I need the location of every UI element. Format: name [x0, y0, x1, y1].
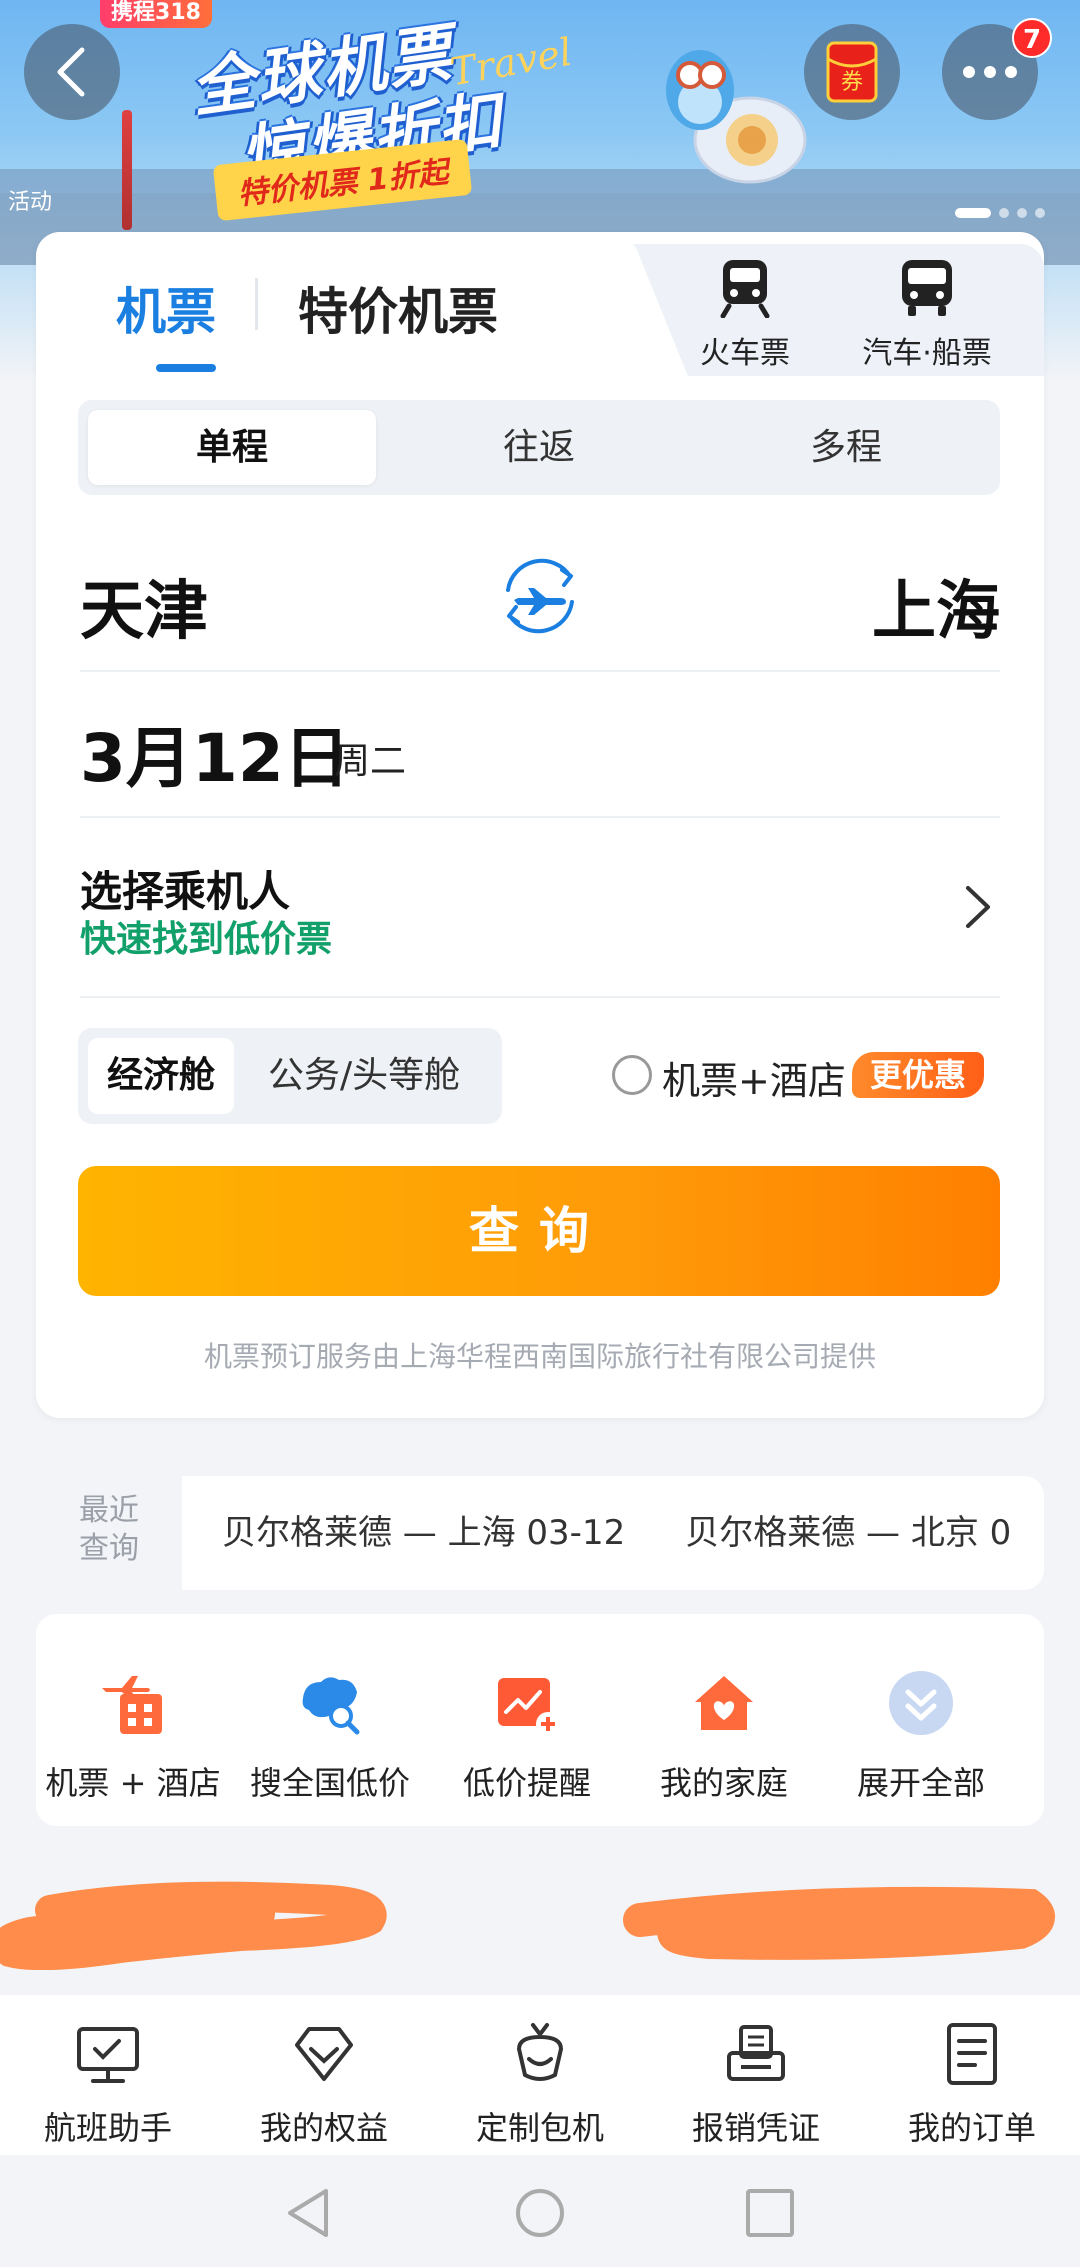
carousel-dot-active [955, 208, 991, 218]
flight-hotel-icon [102, 1676, 162, 1734]
china-map-search-icon [302, 1677, 360, 1735]
recent-searches-list: 贝尔格莱德 — 上海 03-12 贝尔格莱德 — 北京 0 [222, 1476, 1011, 1590]
carousel-dots [955, 208, 1045, 218]
nav-charter-label: 定制包机 [475, 2109, 604, 2147]
trip-type-one-way[interactable]: 单程 [88, 410, 376, 485]
quick-expand-all[interactable]: 展开全部 [821, 1668, 1021, 1804]
departure-date[interactable]: 3月12日 [80, 705, 350, 801]
bus-icon [902, 260, 952, 316]
quick-price-alert-label: 低价提醒 [462, 1764, 591, 1802]
cabin-class-selector: 经济舱 公务/头等舱 [78, 1028, 502, 1124]
flight-hotel-label[interactable]: 机票+酒店 [662, 1050, 846, 1105]
provider-note: 机票预订服务由上海华程西南国际旅行社有限公司提供 [203, 1340, 876, 1373]
departure-city[interactable]: 天津 [80, 560, 208, 652]
swap-cities-icon[interactable] [494, 550, 586, 642]
nav-my-orders[interactable]: 我的订单 [864, 2019, 1080, 2149]
benefits-diamond-icon [295, 2027, 353, 2081]
red-envelope-coupon-icon: 券 [826, 41, 878, 103]
activity-label: 活动 [8, 190, 53, 215]
arrival-city[interactable]: 上海 [872, 560, 1000, 652]
orders-document-icon [947, 2023, 997, 2085]
flight-assistant-icon [77, 2027, 139, 2083]
redaction-scribble [0, 1881, 387, 1970]
price-alert-icon [498, 1678, 560, 1736]
expand-all-icon [889, 1671, 953, 1735]
back-button[interactable] [24, 24, 120, 120]
cabin-business-first[interactable]: 公务/头等舱 [268, 1038, 460, 1114]
nav-reimbursement[interactable]: 报销凭证 [648, 2019, 864, 2149]
departure-weekday: 周二 [334, 741, 407, 782]
search-button[interactable]: 查询 [78, 1166, 1000, 1296]
system-back-icon[interactable] [282, 2185, 338, 2241]
tab-special-flights[interactable]: 特价机票 [298, 272, 498, 344]
carousel-dot [999, 208, 1009, 218]
chevron-right-icon[interactable] [960, 882, 996, 932]
tab-train[interactable]: 火车票 [670, 258, 820, 372]
dolphin-pilot-mascot [666, 50, 807, 184]
quick-expand-all-label: 展开全部 [856, 1764, 985, 1802]
quick-price-alert[interactable]: 低价提醒 [427, 1668, 627, 1804]
system-home-icon[interactable] [512, 2185, 568, 2241]
recent-searches: 最近 查询 贝尔格莱德 — 上海 03-12 贝尔格莱德 — 北京 0 [36, 1476, 1044, 1590]
quick-national-low-price-label: 搜全国低价 [249, 1764, 410, 1802]
chevron-left-icon [57, 47, 85, 97]
system-recents-icon[interactable] [742, 2185, 798, 2241]
bottom-navigation: 航班助手 我的权益 定制包机 报销凭证 我的订单 [0, 1995, 1080, 2155]
nav-my-orders-label: 我的订单 [907, 2109, 1036, 2147]
passenger-hint: 快速找到低价票 [80, 919, 333, 960]
more-dots-icon [963, 66, 1017, 78]
nav-reimbursement-label: 报销凭证 [691, 2109, 820, 2147]
campaign-tag: 携程318 [100, 0, 212, 28]
tab-bus-ferry-label: 汽车·船票 [862, 336, 992, 371]
redaction-scribble [623, 1886, 1055, 1960]
divider [80, 670, 1000, 672]
quick-my-family[interactable]: 我的家庭 [624, 1668, 824, 1804]
flight-hotel-radio[interactable] [612, 1055, 652, 1095]
divider [80, 816, 1000, 818]
system-navigation-bar [0, 2155, 1080, 2267]
recent-search-item[interactable]: 贝尔格莱德 — 上海 03-12 [222, 1476, 625, 1590]
tab-active-indicator [156, 364, 216, 372]
family-home-icon [695, 1676, 753, 1730]
coupon-label: 券 [841, 70, 863, 95]
trip-type-selector: 单程 往返 多程 [78, 400, 1000, 495]
carousel-dot [1017, 208, 1027, 218]
trip-type-round-trip[interactable]: 往返 [395, 410, 683, 485]
nav-my-benefits[interactable]: 我的权益 [216, 2019, 432, 2149]
carousel-dot [1035, 208, 1045, 218]
better-deal-badge: 更优惠 [852, 1052, 985, 1098]
tab-train-label: 火车票 [700, 336, 790, 371]
charter-icon [516, 2023, 564, 2081]
recent-label-line1: 最近 [79, 1493, 139, 1528]
recent-searches-label: 最近 查询 [36, 1476, 182, 1590]
cabin-economy[interactable]: 经济舱 [88, 1038, 234, 1114]
coupon-button[interactable]: 券 [804, 24, 900, 120]
nav-flight-assistant-label: 航班助手 [43, 2109, 172, 2147]
train-icon [720, 260, 770, 319]
nav-flight-assistant[interactable]: 航班助手 [0, 2019, 216, 2149]
recent-search-item[interactable]: 贝尔格莱德 — 北京 0 [685, 1476, 1011, 1590]
recent-label-line2: 查询 [79, 1531, 139, 1566]
tab-flight[interactable]: 机票 [116, 272, 216, 344]
quick-actions: 机票 + 酒店 搜全国低价 低价提醒 我的家庭 展开全部 [36, 1614, 1044, 1826]
receipt-printer-icon [727, 2025, 785, 2081]
trip-type-multi-city[interactable]: 多程 [702, 410, 990, 485]
divider [80, 996, 1000, 998]
quick-flight-hotel[interactable]: 机票 + 酒店 [33, 1668, 233, 1804]
quick-my-family-label: 我的家庭 [659, 1764, 788, 1802]
quick-national-low-price[interactable]: 搜全国低价 [230, 1668, 430, 1804]
tower-illustration [122, 110, 132, 230]
quick-flight-hotel-label: 机票 + 酒店 [45, 1764, 221, 1802]
tab-divider [255, 278, 258, 330]
nav-my-benefits-label: 我的权益 [259, 2109, 388, 2147]
nav-charter[interactable]: 定制包机 [432, 2019, 648, 2149]
notification-badge: 7 [1012, 18, 1052, 58]
tab-bus-ferry[interactable]: 汽车·船票 [852, 258, 1002, 372]
